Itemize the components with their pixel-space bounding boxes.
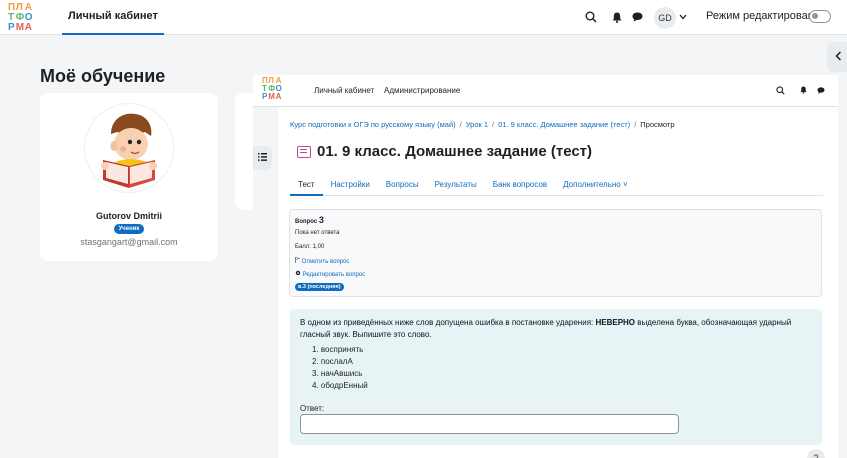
- platforma-logo[interactable]: П Л А Т Ф О Р М А: [262, 77, 282, 101]
- nav-dashboard-link[interactable]: Личный кабинет: [314, 86, 374, 95]
- version-badge: в.3 (последняя): [295, 283, 344, 291]
- question-number-value: 3: [318, 215, 324, 225]
- answer-options: 1. воспринять 2. послалА 3. начАвшись 4.…: [312, 344, 368, 392]
- question-info-panel: Вопрос 3 Пока нет ответа Балл: 1,00 Отме…: [289, 209, 822, 297]
- course-index-toggle[interactable]: [253, 146, 272, 170]
- tab-settings[interactable]: Настройки: [323, 172, 378, 196]
- nav-dashboard-link[interactable]: Личный кабинет: [62, 0, 164, 35]
- quiz-page-overlay: П Л А Т Ф О Р М А Личный кабинет Админис…: [253, 75, 838, 458]
- breadcrumb: Курс подготовки к ОГЭ по русскому языку …: [290, 120, 675, 129]
- list-icon: [258, 153, 267, 163]
- search-icon[interactable]: [775, 85, 785, 95]
- breadcrumb-course[interactable]: Курс подготовки к ОГЭ по русскому языку …: [290, 120, 456, 129]
- breadcrumb-quiz[interactable]: 01. 9 класс. Домашнее задание (тест): [498, 120, 630, 129]
- question-text-emphasis: НЕВЕРНО: [595, 318, 636, 327]
- tab-questions[interactable]: Вопросы: [378, 172, 427, 196]
- chevron-left-icon: [834, 50, 842, 64]
- quiz-title: 01. 9 класс. Домашнее задание (тест): [317, 143, 593, 160]
- option-item: 2. послалА: [312, 357, 353, 366]
- tab-results[interactable]: Результаты: [427, 172, 485, 196]
- question-status: Пока нет ответа: [295, 230, 340, 236]
- logo-letter: Р: [8, 22, 16, 33]
- tab-question-bank[interactable]: Банк вопросов: [485, 172, 555, 196]
- option-item: 3. начАвшись: [312, 369, 363, 378]
- question-content: В одном из приведённых ниже слов допущен…: [290, 309, 822, 445]
- profile-email: stasgangart@gmail.com: [80, 237, 178, 247]
- question-number: Вопрос 3: [295, 215, 324, 225]
- edit-question-link[interactable]: Редактировать вопрос: [295, 270, 365, 278]
- option-item: 4. ободрЕнный: [312, 381, 368, 390]
- role-badge: Ученик: [114, 224, 144, 234]
- flag-question-link[interactable]: Отметить вопрос: [295, 256, 350, 265]
- quiz-icon: [297, 145, 311, 158]
- search-icon[interactable]: [584, 10, 598, 24]
- bell-icon[interactable]: [798, 85, 808, 95]
- logo-letter: А: [24, 22, 33, 33]
- quiz-tabs: Тест Настройки Вопросы Результаты Банк в…: [290, 172, 823, 196]
- answer-input[interactable]: [300, 414, 679, 434]
- logo-letter: М: [15, 22, 25, 33]
- profile-name: Gutorov Dmitrii: [95, 211, 162, 221]
- logo-letter: М: [268, 92, 276, 101]
- page-title: Моё обучение: [40, 66, 166, 86]
- edit-question-label: Редактировать вопрос: [302, 272, 366, 278]
- user-avatar[interactable]: GD: [654, 7, 676, 29]
- platforma-logo[interactable]: П Л А Т Ф О Р М А: [8, 3, 33, 33]
- quiz-title-row: 01. 9 класс. Домашнее задание (тест): [297, 143, 592, 160]
- messages-icon[interactable]: [816, 85, 826, 95]
- quiz-navbar: П Л А Т Ф О Р М А Личный кабинет Админис…: [253, 75, 838, 107]
- flag-question-label: Отметить вопрос: [301, 259, 350, 265]
- profile-avatar: [84, 103, 174, 193]
- question-label: Вопрос: [295, 219, 318, 225]
- top-navbar: П Л А Т Ф О Р М А Личный кабинет GD Режи…: [0, 0, 847, 35]
- nav-admin-link[interactable]: Администрирование: [384, 86, 460, 95]
- tab-more[interactable]: Дополнительно ˅: [555, 172, 635, 196]
- chevron-down-icon[interactable]: [678, 11, 688, 23]
- edit-mode-toggle[interactable]: [809, 10, 831, 23]
- answer-label: Ответ:: [300, 404, 325, 413]
- right-drawer-toggle[interactable]: [827, 42, 847, 72]
- logo-letter: А: [275, 92, 282, 101]
- bell-icon[interactable]: [610, 10, 624, 24]
- option-item: 1. воспринять: [312, 345, 364, 354]
- messages-icon[interactable]: [630, 10, 644, 24]
- question-score: Балл: 1,00: [295, 244, 325, 250]
- tab-test[interactable]: Тест: [290, 172, 323, 196]
- question-text: В одном из приведённых ниже слов допущен…: [300, 317, 805, 341]
- breadcrumb-lesson[interactable]: Урок 1: [466, 120, 488, 129]
- profile-card: Gutorov Dmitrii Ученик stasgangart@gmail…: [40, 93, 218, 261]
- question-text-part: В одном из приведённых ниже слов допущен…: [300, 318, 596, 327]
- edit-mode-label: Режим редактирования: [706, 10, 826, 22]
- gear-icon: [295, 270, 303, 278]
- course-index-drawer: [253, 107, 278, 458]
- breadcrumb-current: Просмотр: [640, 120, 675, 129]
- flag-icon: [295, 256, 302, 265]
